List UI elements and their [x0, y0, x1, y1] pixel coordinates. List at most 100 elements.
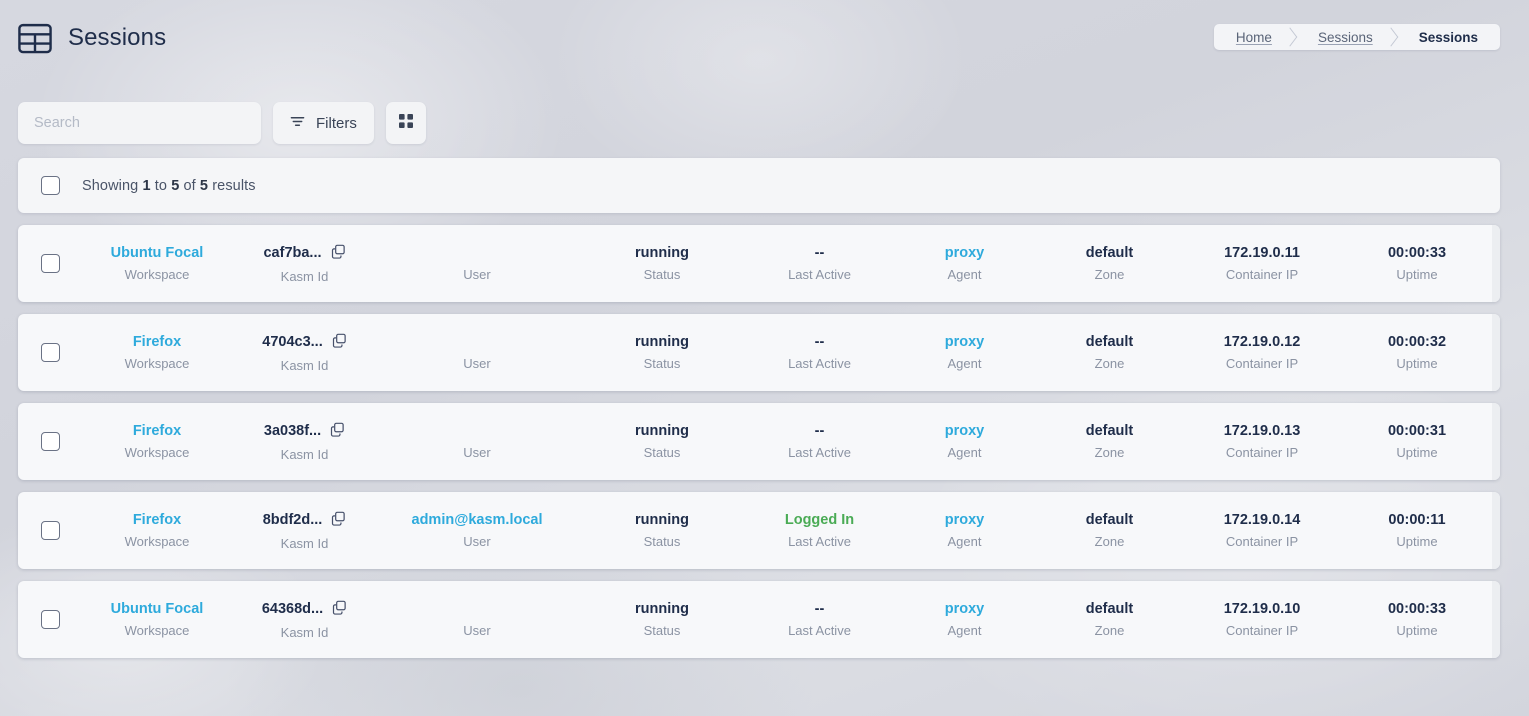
cell-agent-value[interactable]: proxy [945, 602, 985, 617]
label-container-ip: Container IP [1225, 356, 1299, 372]
results-mid1: to [150, 177, 172, 194]
row-expand-button[interactable] [1492, 581, 1500, 658]
cell-agent-value[interactable]: proxy [945, 246, 985, 261]
label-uptime: Uptime [1396, 623, 1438, 639]
label-zone: Zone [1094, 534, 1125, 550]
label-kasm-id: Kasm Id [280, 358, 329, 374]
copy-icon[interactable] [331, 511, 346, 530]
cell-workspace: Firefox Workspace [82, 424, 232, 460]
copy-icon[interactable] [332, 600, 347, 619]
breadcrumb-separator-icon [1387, 24, 1401, 50]
cell-status: running Status [577, 424, 747, 460]
row-cells: Ubuntu FocalWorkspacecaf7ba...Kasm Id--U… [82, 225, 1492, 302]
row-expand-button[interactable] [1492, 225, 1500, 302]
label-status: Status [643, 534, 681, 550]
cell-uptime-value: 00:00:33 [1387, 600, 1447, 617]
label-kasm-id: Kasm Id [280, 625, 329, 641]
cell-kasm-id-value: 64368d... [262, 600, 347, 619]
cell-last-active-value: -- [814, 600, 825, 617]
grid-view-icon [398, 113, 414, 133]
row-expand-button[interactable] [1492, 492, 1500, 569]
kasm-id-text: 3a038f... [263, 422, 322, 439]
page-title-group: Sessions [18, 23, 166, 53]
results-prefix: Showing [82, 177, 143, 194]
results-count: Showing 1 to 5 of 5 results [82, 178, 256, 194]
cell-workspace-value[interactable]: Firefox [133, 513, 181, 528]
cell-agent-value[interactable]: proxy [945, 424, 985, 439]
label-user: User [463, 267, 491, 283]
cell-workspace-value[interactable]: Ubuntu Focal [111, 602, 204, 617]
cell-status-value: running [635, 600, 689, 617]
cell-agent-value[interactable]: proxy [945, 335, 985, 350]
breadcrumb-separator-icon [1286, 24, 1300, 50]
cell-user: --User [377, 424, 577, 461]
breadcrumb-item-current: Sessions [1418, 29, 1478, 45]
filters-button[interactable]: Filters [273, 102, 374, 144]
row-select-checkbox[interactable] [40, 343, 60, 362]
table-row[interactable]: Ubuntu FocalWorkspace64368d...Kasm Id--U… [18, 581, 1500, 658]
cell-container-ip-value: 172.19.0.12 [1223, 333, 1301, 350]
grid-view-button[interactable] [385, 102, 426, 144]
row-select-checkbox[interactable] [40, 521, 60, 540]
row-cells: FirefoxWorkspace3a038f...Kasm Id--Userru… [82, 403, 1492, 480]
select-all-cell [18, 176, 82, 195]
label-workspace: Workspace [124, 445, 190, 461]
label-user: User [463, 445, 491, 461]
cell-workspace: Firefox Workspace [82, 513, 232, 549]
cell-last-active: -- Last Active [747, 602, 892, 638]
cell-user: --User [377, 602, 577, 637]
cell-last-active-value: Logged In [784, 511, 855, 528]
label-agent: Agent [947, 356, 982, 372]
table-row[interactable]: FirefoxWorkspace3a038f...Kasm Id--Userru… [18, 403, 1500, 480]
results-mid2: of [179, 177, 200, 194]
copy-icon[interactable] [332, 333, 347, 352]
select-all-checkbox[interactable] [40, 176, 60, 195]
label-zone: Zone [1094, 267, 1125, 283]
filters-button-label: Filters [316, 114, 357, 132]
cell-zone: default Zone [1037, 513, 1182, 549]
cell-container-ip-value: 172.19.0.14 [1223, 511, 1301, 528]
copy-icon[interactable] [330, 422, 345, 441]
table-row[interactable]: FirefoxWorkspace4704c3...Kasm Id--Userru… [18, 314, 1500, 391]
cell-workspace-value[interactable]: Ubuntu Focal [111, 246, 204, 261]
label-status: Status [643, 445, 681, 461]
label-last-active: Last Active [788, 534, 851, 550]
table-row[interactable]: Firefox Workspace 8bdf2d... Kasm Id admin@ka… [18, 492, 1500, 569]
copy-icon[interactable] [331, 244, 346, 263]
cell-zone: default Zone [1037, 335, 1182, 371]
row-expand-button[interactable] [1492, 403, 1500, 480]
cell-kasm-id: caf7ba... Kasm Id [232, 244, 377, 283]
label-kasm-id: Kasm Id [280, 536, 329, 552]
cell-uptime: 00:00:31 Uptime [1342, 424, 1492, 460]
kasm-id-text: 64368d... [261, 600, 324, 617]
cell-last-active: -- Last Active [747, 335, 892, 371]
cell-agent: proxy Agent [892, 335, 1037, 371]
cell-user-value[interactable]: admin@kasm.local [412, 513, 543, 528]
cell-workspace-value[interactable]: Firefox [133, 424, 181, 439]
results-total: 5 [199, 177, 209, 194]
cell-agent-value[interactable]: proxy [945, 513, 985, 528]
cell-workspace-value[interactable]: Firefox [133, 335, 181, 350]
cell-last-active-value: -- [814, 244, 825, 261]
breadcrumb-item-sessions[interactable]: Sessions [1300, 24, 1387, 50]
label-last-active: Last Active [788, 356, 851, 372]
cell-kasm-id: 4704c3... Kasm Id [232, 333, 377, 374]
search-input[interactable] [18, 102, 261, 144]
row-select-checkbox[interactable] [40, 432, 60, 451]
row-select-checkbox[interactable] [40, 254, 60, 273]
toolbar: Filters [0, 100, 1529, 146]
cell-last-active-value: -- [814, 422, 825, 439]
cell-kasm-id: 3a038f... Kasm Id [232, 422, 377, 461]
row-select-checkbox[interactable] [40, 610, 60, 629]
label-workspace: Workspace [124, 534, 190, 550]
label-user: User [463, 356, 491, 372]
label-last-active: Last Active [788, 623, 851, 639]
row-expand-button[interactable] [1492, 314, 1500, 391]
breadcrumb-item-home[interactable]: Home [1214, 24, 1286, 50]
table-row[interactable]: Ubuntu FocalWorkspacecaf7ba...Kasm Id--U… [18, 225, 1500, 302]
cell-zone-value: default [1085, 600, 1134, 617]
cell-user: admin@kasm.local User [377, 513, 577, 549]
cell-zone: default Zone [1037, 424, 1182, 460]
cell-kasm-id: 64368d... Kasm Id [232, 600, 377, 641]
label-uptime: Uptime [1396, 267, 1438, 283]
